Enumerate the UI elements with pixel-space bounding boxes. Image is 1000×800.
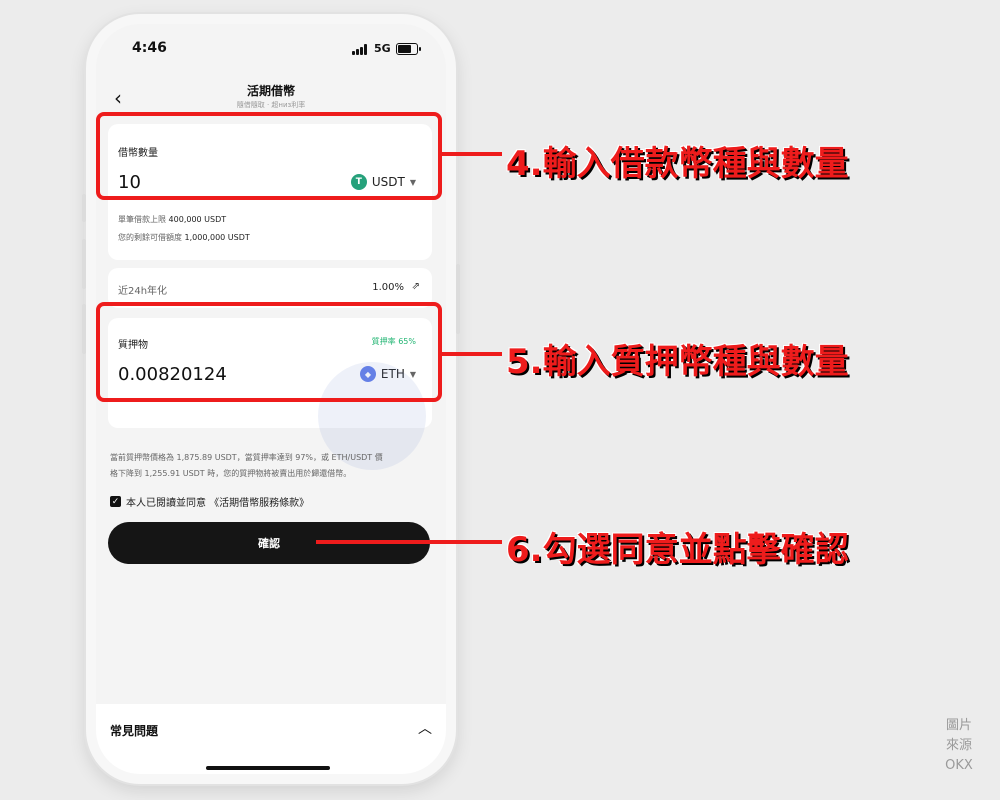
trend-chart-icon[interactable]: ⇗ <box>412 281 420 292</box>
notice-line-2: 格下降到 1,255.91 USDT 時，您的質押物將被賣出用於歸還借幣。 <box>110 469 352 478</box>
page-title: 活期借幣 <box>246 84 295 98</box>
signal-icon <box>352 44 370 55</box>
annotation-line-6 <box>316 540 502 544</box>
mute-switch <box>82 194 86 222</box>
image-source: 圖片 來源 OKX <box>942 716 976 776</box>
network-label: 5G <box>374 42 391 55</box>
status-bar: 4:46 5G <box>96 40 446 60</box>
annotation-box-borrow <box>96 112 442 200</box>
home-indicator <box>206 766 330 770</box>
annotation-box-collateral <box>96 302 442 402</box>
chevron-up-icon[interactable]: ︿ <box>418 718 432 738</box>
status-time: 4:46 <box>132 40 167 56</box>
volume-up-button <box>82 239 86 289</box>
annotation-step-5: 5.輸入質押幣種與數量 <box>506 342 849 382</box>
battery-icon <box>396 43 421 55</box>
annotation-line-5 <box>442 352 502 356</box>
annotation-step-6: 6.勾選同意並點擊確認 <box>506 530 849 570</box>
agree-label[interactable]: 本人已閱讀並同意 《活期借幣服務條款》 <box>126 494 309 509</box>
borrow-limit: 單筆借款上限 400,000 USDT <box>118 215 227 224</box>
notice-line-1: 當前質押幣價格為 1,875.89 USDT，當質押率達到 97%，或 ETH/… <box>110 453 383 462</box>
faq-title: 常見問題 <box>110 724 159 738</box>
annotation-step-4: 4.輸入借款幣種與數量 <box>506 144 849 184</box>
power-button <box>456 264 460 334</box>
rate-value: 1.00% <box>372 282 404 293</box>
page-subtitle: 隨借隨取 · 超низ利率 <box>236 101 306 109</box>
annotation-line-4 <box>442 152 502 156</box>
borrow-remaining: 您的剩餘可借額度 1,000,000 USDT <box>118 233 250 242</box>
rate-label: 近24h年化 <box>118 286 168 297</box>
source-line-3: OKX <box>945 758 973 773</box>
source-line-1: 圖片 <box>945 718 972 733</box>
agree-checkbox[interactable]: ✓ <box>110 496 121 507</box>
volume-down-button <box>82 304 86 354</box>
faq-section[interactable]: 常見問題 ︿ <box>96 704 446 774</box>
source-line-2: 來源 <box>945 738 972 753</box>
